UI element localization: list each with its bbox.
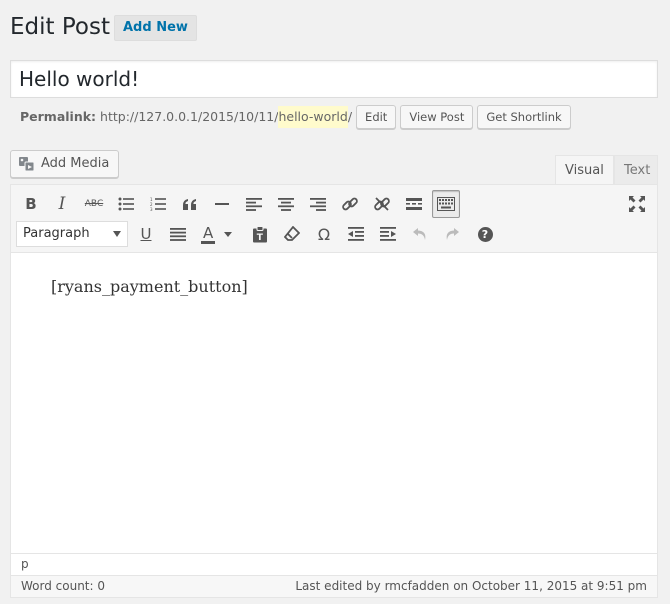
bulleted-list-icon[interactable] <box>112 190 140 218</box>
word-count: Word count: 0 <box>21 579 106 593</box>
permalink-url-prefix[interactable]: http://127.0.0.1/2015/10/11/ <box>100 106 278 128</box>
tab-text[interactable]: Text <box>614 155 658 184</box>
permalink-slug[interactable]: hello-world <box>278 106 348 128</box>
italic-icon[interactable]: I <box>48 190 76 218</box>
horizontal-line-icon[interactable] <box>208 190 236 218</box>
outdent-icon[interactable] <box>342 220 370 248</box>
path-element-p[interactable]: p <box>21 557 29 571</box>
read-more-icon[interactable] <box>400 190 428 218</box>
indent-icon[interactable] <box>374 220 402 248</box>
numbered-list-icon[interactable]: 123 <box>144 190 172 218</box>
align-right-icon[interactable] <box>304 190 332 218</box>
page-title: Edit Post <box>10 14 110 40</box>
align-left-icon[interactable] <box>240 190 268 218</box>
element-path: p <box>11 553 657 575</box>
permalink-label: Permalink: <box>20 109 97 124</box>
format-select-value: Paragraph <box>23 226 90 241</box>
toolbar-toggle-icon[interactable] <box>432 190 460 218</box>
undo-icon[interactable] <box>406 220 434 248</box>
content-text[interactable]: [ryans_payment_button] <box>51 277 248 296</box>
redo-icon[interactable] <box>438 220 466 248</box>
remove-link-icon[interactable] <box>368 190 396 218</box>
view-post-button[interactable]: View Post <box>400 105 474 129</box>
post-title-input[interactable]: Hello world! <box>10 60 658 98</box>
justify-icon[interactable] <box>164 220 192 248</box>
last-edited-info: Last edited by rmcfadden on October 11, … <box>295 579 647 593</box>
blockquote-icon[interactable] <box>176 190 204 218</box>
strikethrough-icon[interactable]: ABC <box>80 190 108 218</box>
fullscreen-icon[interactable] <box>623 190 651 218</box>
underline-icon[interactable]: U <box>132 220 160 248</box>
paste-as-text-icon[interactable]: T <box>246 220 274 248</box>
permalink-bar: Permalink: http://127.0.0.1/2015/10/11/h… <box>20 105 571 129</box>
content-editor-area[interactable]: [ryans_payment_button] <box>11 253 657 553</box>
align-center-icon[interactable] <box>272 190 300 218</box>
editor: B I ABC 123 Paragraph U A T Ω ? [ryans_p… <box>10 184 658 598</box>
permalink-url-suffix: / <box>347 109 353 124</box>
text-color-icon[interactable]: A <box>196 220 238 248</box>
chevron-down-icon <box>113 231 121 237</box>
tab-visual[interactable]: Visual <box>555 155 614 185</box>
svg-text:3: 3 <box>150 207 153 211</box>
help-icon[interactable]: ? <box>471 220 499 248</box>
add-media-button[interactable]: Add Media <box>10 150 120 178</box>
edit-permalink-button[interactable]: Edit <box>356 105 397 129</box>
add-new-button[interactable]: Add New <box>114 15 197 41</box>
get-shortlink-button[interactable]: Get Shortlink <box>477 105 571 129</box>
clear-formatting-icon[interactable] <box>278 220 306 248</box>
help-glyph: ? <box>477 226 493 242</box>
svg-text:T: T <box>257 233 264 243</box>
status-bar: Word count: 0 Last edited by rmcfadden o… <box>11 575 657 597</box>
bold-icon[interactable]: B <box>17 190 45 218</box>
special-character-icon[interactable]: Ω <box>310 220 338 248</box>
chevron-down-icon[interactable] <box>224 231 233 237</box>
add-media-label: Add Media <box>41 156 110 171</box>
media-icon <box>19 157 35 172</box>
text-color-glyph: A <box>201 223 216 244</box>
format-select[interactable]: Paragraph <box>16 221 128 247</box>
insert-link-icon[interactable] <box>336 190 364 218</box>
editor-toolbar: B I ABC 123 Paragraph U A T Ω ? <box>11 185 657 253</box>
